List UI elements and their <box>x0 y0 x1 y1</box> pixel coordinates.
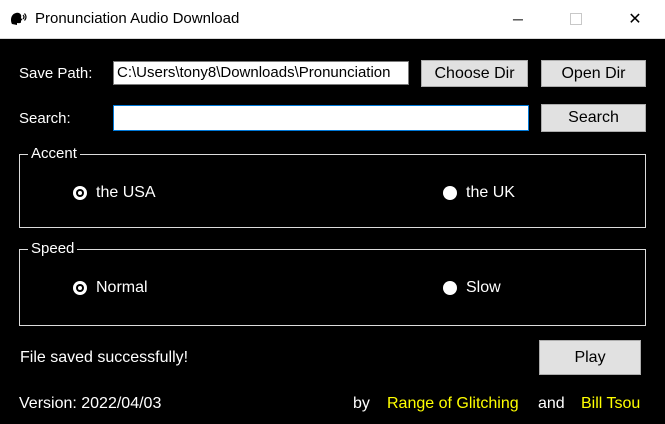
and-text: and <box>538 395 565 412</box>
window-title: Pronunciation Audio Download <box>35 10 240 27</box>
minimize-icon: ─ <box>513 11 523 27</box>
speed-group: Speed Normal Slow <box>19 240 646 326</box>
author-link-range-of-glitching[interactable]: Range of Glitching <box>387 395 519 413</box>
speaking-head-icon <box>11 12 27 25</box>
speed-option-slow-label: Slow <box>466 279 501 296</box>
accent-option-usa-label: the USA <box>96 184 156 201</box>
speed-option-normal[interactable]: Normal <box>73 279 148 297</box>
maximize-icon <box>570 13 582 25</box>
radio-unchecked-icon <box>443 186 457 200</box>
save-path-input[interactable]: C:\Users\tony8\Downloads\Pronunciation <box>113 61 409 85</box>
status-text: File saved successfully! <box>20 349 189 366</box>
speed-option-slow[interactable]: Slow <box>443 279 501 297</box>
radio-checked-icon <box>73 281 87 295</box>
version-text: Version: 2022/04/03 <box>19 395 162 412</box>
save-path-label: Save Path: <box>19 65 93 82</box>
author-link-bill-tsou[interactable]: Bill Tsou <box>581 395 640 413</box>
close-button[interactable]: ✕ <box>612 0 658 38</box>
radio-unchecked-icon <box>443 281 457 295</box>
title-bar: Pronunciation Audio Download ─ ✕ <box>0 0 665 39</box>
radio-checked-icon <box>73 186 87 200</box>
accent-group-title: Accent <box>28 145 80 162</box>
speed-group-title: Speed <box>28 240 78 257</box>
app-window: Pronunciation Audio Download ─ ✕ Save Pa… <box>0 0 665 424</box>
by-text: by <box>353 395 370 412</box>
accent-option-uk-label: the UK <box>466 184 515 201</box>
maximize-button[interactable] <box>553 0 599 38</box>
choose-dir-button[interactable]: Choose Dir <box>421 60 528 87</box>
search-input[interactable] <box>113 105 529 131</box>
minimize-button[interactable]: ─ <box>495 0 541 38</box>
accent-option-usa[interactable]: the USA <box>73 184 156 202</box>
close-icon: ✕ <box>628 11 642 28</box>
speed-option-normal-label: Normal <box>96 279 148 296</box>
play-button[interactable]: Play <box>539 340 641 375</box>
search-label: Search: <box>19 110 71 127</box>
open-dir-button[interactable]: Open Dir <box>541 60 646 87</box>
accent-group: Accent the USA the UK <box>19 145 646 228</box>
search-button[interactable]: Search <box>541 104 646 132</box>
accent-option-uk[interactable]: the UK <box>443 184 515 202</box>
